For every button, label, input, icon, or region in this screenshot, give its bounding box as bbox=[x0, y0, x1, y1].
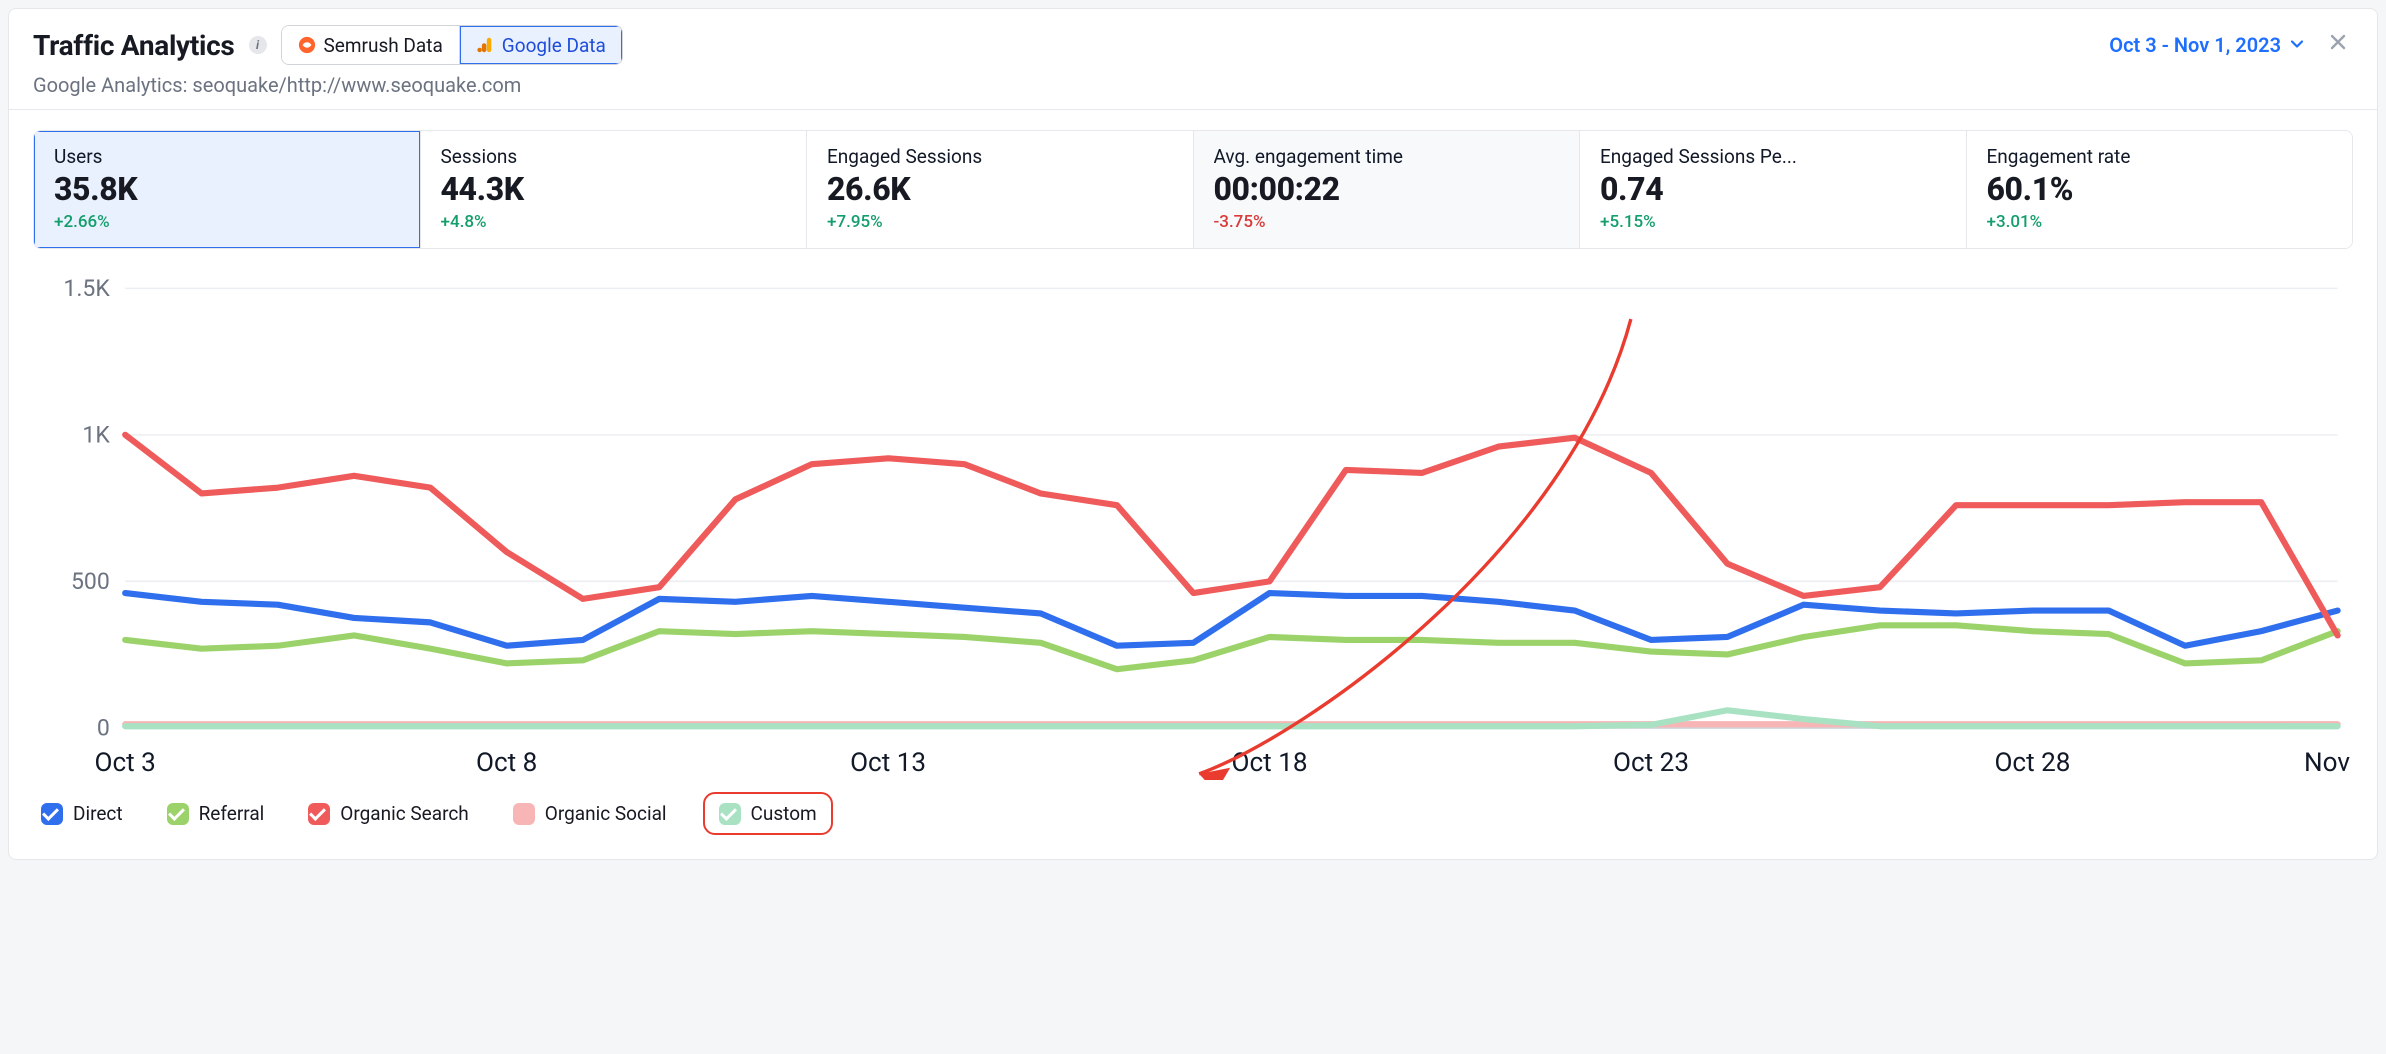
x-axis-tick-label: Oct 18 bbox=[1232, 748, 1308, 778]
legend-item-organic-search[interactable]: Organic Search bbox=[300, 796, 476, 831]
legend-label: Organic Search bbox=[340, 802, 468, 825]
kpi-change: +7.95% bbox=[827, 212, 1173, 232]
legend-label: Organic Social bbox=[545, 802, 667, 825]
legend-swatch bbox=[308, 803, 330, 825]
traffic-analytics-panel: Traffic Analytics i Semrush Data Google D… bbox=[8, 8, 2378, 860]
legend-label: Referral bbox=[199, 802, 265, 825]
kpi-row: Users35.8K +2.66% Sessions44.3K +4.8% Engage… bbox=[33, 130, 2353, 249]
chart-legend: Direct Referral Organic Search Organic Soci… bbox=[33, 792, 2353, 835]
legend-swatch bbox=[41, 803, 63, 825]
kpi-card-engaged-sessions[interactable]: Engaged Sessions26.6K +7.95% bbox=[806, 131, 1193, 248]
ga-property-subtitle: Google Analytics: seoquake/http://www.se… bbox=[33, 73, 623, 97]
x-axis-tick-label: Oct 13 bbox=[850, 748, 926, 778]
y-axis-tick-label: 1.5K bbox=[63, 275, 110, 302]
x-axis-tick-label: Oct 8 bbox=[476, 748, 537, 778]
panel-body: Users35.8K +2.66% Sessions44.3K +4.8% Engage… bbox=[9, 110, 2377, 859]
y-axis-tick-label: 0 bbox=[97, 714, 110, 741]
chart-container: 0 500 1K 1.5K Oct 3 Oct 8 Oct 13 Oct 18 Oct 23 Oc… bbox=[33, 273, 2353, 780]
data-source-seg-semrush-data[interactable]: Semrush Data bbox=[282, 26, 459, 64]
data-source-toggle[interactable]: Semrush Data Google Data bbox=[281, 25, 623, 65]
kpi-card-engaged-sessions-pe-[interactable]: Engaged Sessions Pe...0.74 +5.15% bbox=[1579, 131, 1966, 248]
legend-swatch bbox=[719, 803, 741, 825]
panel-header-right: Oct 3 - Nov 1, 2023 bbox=[2109, 25, 2353, 60]
kpi-change: +2.66% bbox=[54, 212, 400, 232]
line-chart[interactable]: 0 500 1K 1.5K Oct 3 Oct 8 Oct 13 Oct 18 Oct 23 Oc… bbox=[33, 273, 2353, 780]
x-axis-tick-label: Oct 23 bbox=[1613, 748, 1689, 778]
kpi-card-engagement-rate[interactable]: Engagement rate60.1% +3.01% bbox=[1966, 131, 2353, 248]
kpi-card-avg-engagement-time[interactable]: Avg. engagement time00:00:22 -3.75% bbox=[1193, 131, 1580, 248]
series-direct bbox=[125, 593, 2337, 646]
segment-label: Google Data bbox=[502, 34, 606, 57]
legend-item-direct[interactable]: Direct bbox=[33, 796, 131, 831]
kpi-change: +5.15% bbox=[1600, 212, 1946, 232]
x-axis-tick-label: Nov 1 bbox=[2304, 748, 2353, 778]
legend-label: Direct bbox=[73, 802, 123, 825]
kpi-value: 0.74 bbox=[1600, 170, 1946, 208]
kpi-label: Sessions bbox=[441, 145, 787, 168]
kpi-value: 60.1% bbox=[1987, 170, 2333, 208]
kpi-change: +3.01% bbox=[1987, 212, 2333, 232]
date-range-picker[interactable]: Oct 3 - Nov 1, 2023 bbox=[2109, 33, 2305, 57]
kpi-label: Engaged Sessions Pe... bbox=[1600, 145, 1946, 168]
y-axis-tick-label: 500 bbox=[71, 568, 110, 595]
kpi-card-users[interactable]: Users35.8K +2.66% bbox=[34, 131, 420, 248]
kpi-label: Users bbox=[54, 145, 400, 168]
date-range-label: Oct 3 - Nov 1, 2023 bbox=[2109, 33, 2281, 57]
kpi-label: Engaged Sessions bbox=[827, 145, 1173, 168]
panel-header-left: Traffic Analytics i Semrush Data Google D… bbox=[33, 25, 623, 97]
kpi-value: 44.3K bbox=[441, 170, 787, 208]
legend-item-custom[interactable]: Custom bbox=[703, 792, 833, 835]
chevron-down-icon bbox=[2289, 33, 2305, 57]
legend-item-referral[interactable]: Referral bbox=[159, 796, 273, 831]
panel-header: Traffic Analytics i Semrush Data Google D… bbox=[9, 9, 2377, 110]
kpi-value: 35.8K bbox=[54, 170, 400, 208]
y-axis-tick-label: 1K bbox=[82, 422, 110, 449]
callout-arrow bbox=[1199, 319, 1631, 774]
kpi-label: Avg. engagement time bbox=[1214, 145, 1560, 168]
legend-swatch bbox=[513, 803, 535, 825]
segment-label: Semrush Data bbox=[324, 34, 443, 57]
kpi-change: +4.8% bbox=[441, 212, 787, 232]
info-icon[interactable]: i bbox=[249, 36, 267, 54]
legend-swatch bbox=[167, 803, 189, 825]
title-row: Traffic Analytics i Semrush Data Google D… bbox=[33, 25, 623, 65]
data-source-seg-google-data[interactable]: Google Data bbox=[459, 26, 622, 64]
series-custom bbox=[125, 710, 2337, 726]
kpi-value: 26.6K bbox=[827, 170, 1173, 208]
legend-item-organic-social[interactable]: Organic Social bbox=[505, 796, 675, 831]
page-title: Traffic Analytics bbox=[33, 29, 235, 62]
series-organic-search bbox=[125, 435, 2337, 636]
legend-label: Custom bbox=[751, 802, 817, 825]
x-axis-tick-label: Oct 3 bbox=[95, 748, 156, 778]
close-button[interactable] bbox=[2323, 29, 2353, 60]
x-axis-tick-label: Oct 28 bbox=[1994, 748, 2070, 778]
kpi-value: 00:00:22 bbox=[1214, 170, 1560, 208]
kpi-change: -3.75% bbox=[1214, 212, 1560, 232]
kpi-label: Engagement rate bbox=[1987, 145, 2333, 168]
kpi-card-sessions[interactable]: Sessions44.3K +4.8% bbox=[420, 131, 807, 248]
